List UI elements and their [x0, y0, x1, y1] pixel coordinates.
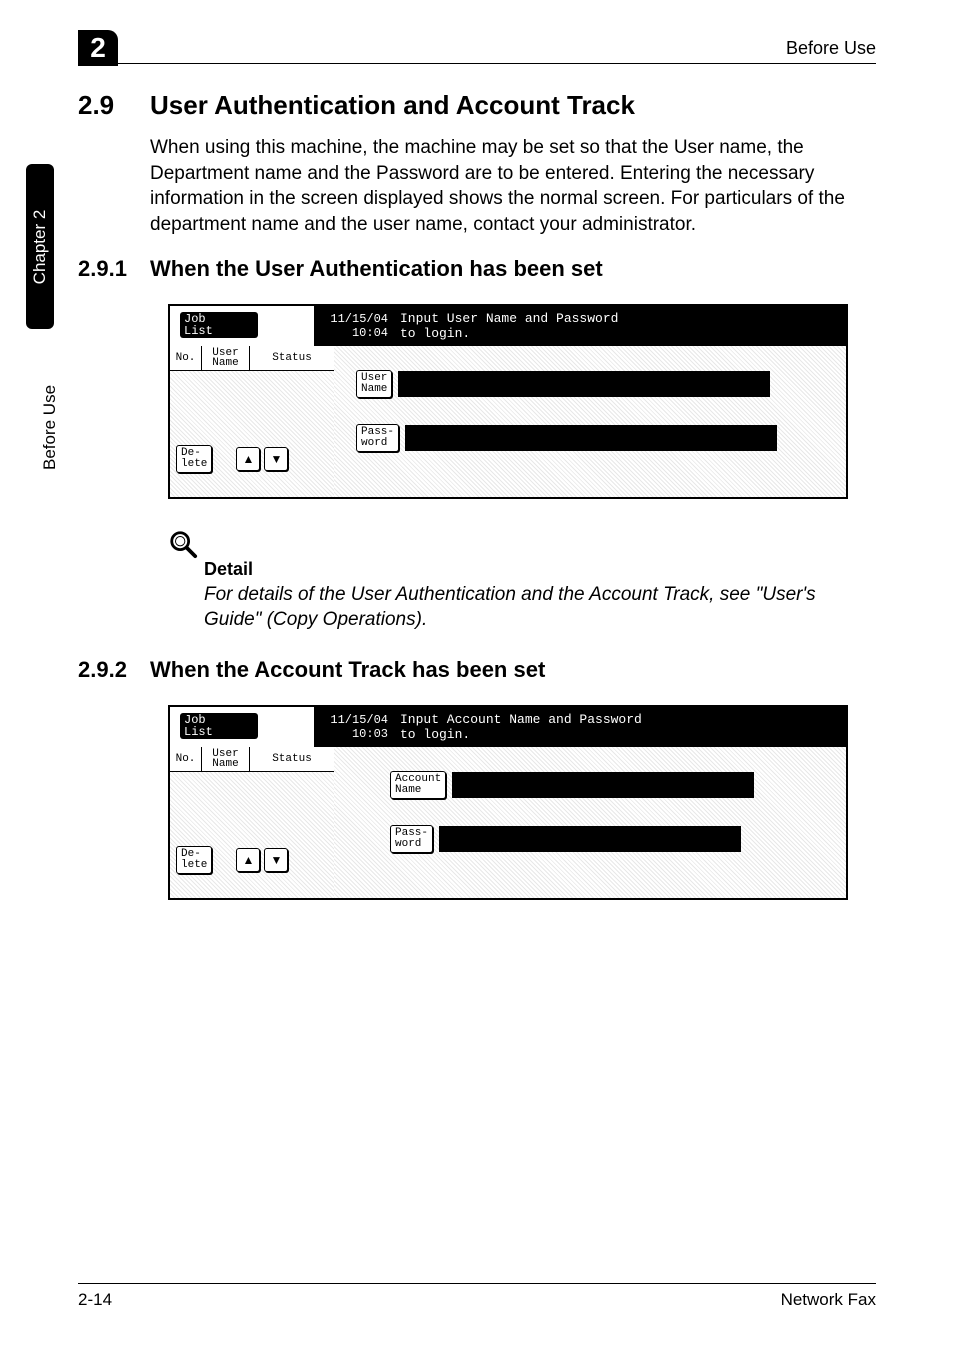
panel2-prompt-line2: to login. [400, 727, 838, 742]
subsection-2-heading: 2.9.2 When the Account Track has been se… [78, 657, 876, 683]
arrow-down-icon: ▼ [270, 452, 282, 466]
account-password-input[interactable] [439, 826, 741, 852]
account-password-button[interactable]: Pass- word [390, 825, 433, 853]
panel2-col-no: No. [170, 747, 202, 771]
panel2-column-header: No. User Name Status [170, 747, 334, 772]
delete-button[interactable]: De- lete [176, 445, 212, 473]
footer-title: Network Fax [781, 1290, 876, 1310]
arrow-up-icon: ▲ [242, 853, 254, 867]
account-name-button[interactable]: Account Name [390, 771, 446, 799]
panel1-column-header: No. User Name Status [170, 346, 334, 371]
side-section-label: Before Use [40, 385, 60, 470]
footer-page-number: 2-14 [78, 1290, 112, 1310]
panel1-prompt-line2: to login. [400, 326, 838, 341]
section-intro: When using this machine, the machine may… [150, 135, 876, 238]
panel1-prompt-line1: Input User Name and Password [400, 311, 838, 326]
subsection-2-title: When the Account Track has been set [150, 657, 545, 683]
page-footer: 2-14 Network Fax [78, 1283, 876, 1310]
password-button[interactable]: Pass- word [356, 424, 399, 452]
job-list-tab[interactable]: Job List [170, 306, 314, 346]
panel2-prompt: Input Account Name and Password to login… [392, 707, 846, 747]
arrow-up-icon: ▲ [242, 452, 254, 466]
magnifier-icon [168, 529, 198, 559]
job-list-label-2: Job List [180, 713, 258, 739]
detail-label: Detail [204, 559, 876, 580]
account-track-panel: Job List 11/15/04 10:03 Input Account Na… [168, 705, 848, 900]
panel1-date: 11/15/04 [318, 312, 388, 326]
subsection-2-number: 2.9.2 [78, 657, 150, 683]
side-chapter-label: Chapter 2 [30, 209, 50, 284]
panel1-col-status: Status [250, 346, 334, 370]
detail-text: For details of the User Authentication a… [204, 582, 876, 633]
side-chapter-tab: Chapter 2 [26, 164, 54, 329]
section-number: 2.9 [78, 90, 150, 121]
delete-button-2[interactable]: De- lete [176, 846, 212, 874]
scroll-up-button-2[interactable]: ▲ [236, 848, 260, 872]
running-head: Before Use [786, 38, 876, 59]
panel2-date: 11/15/04 [318, 713, 388, 727]
user-name-input[interactable] [398, 371, 770, 397]
account-name-input[interactable] [452, 772, 754, 798]
subsection-1-number: 2.9.1 [78, 256, 150, 282]
panel1-col-user: User Name [202, 346, 250, 370]
panel2-prompt-line1: Input Account Name and Password [400, 712, 838, 727]
panel2-time: 10:03 [318, 727, 388, 741]
panel2-col-status: Status [250, 747, 334, 771]
panel1-time: 10:04 [318, 326, 388, 340]
chapter-chip: 2 [78, 30, 118, 66]
job-list-tab-2[interactable]: Job List [170, 707, 314, 747]
subsection-1-title: When the User Authentication has been se… [150, 256, 603, 282]
job-list-label: Job List [180, 312, 258, 338]
header-rule [78, 63, 876, 64]
user-auth-panel: Job List 11/15/04 10:04 Input User Name … [168, 304, 848, 499]
panel2-col-user: User Name [202, 747, 250, 771]
section-title: User Authentication and Account Track [150, 90, 635, 121]
scroll-up-button[interactable]: ▲ [236, 447, 260, 471]
panel1-col-no: No. [170, 346, 202, 370]
panel2-datetime: 11/15/04 10:03 [314, 707, 392, 747]
arrow-down-icon: ▼ [270, 853, 282, 867]
panel1-datetime: 11/15/04 10:04 [314, 306, 392, 346]
subsection-1-heading: 2.9.1 When the User Authentication has b… [78, 256, 876, 282]
user-name-button[interactable]: User Name [356, 370, 392, 398]
scroll-down-button-2[interactable]: ▼ [264, 848, 288, 872]
password-input[interactable] [405, 425, 777, 451]
panel1-prompt: Input User Name and Password to login. [392, 306, 846, 346]
detail-callout: Detail For details of the User Authentic… [168, 529, 876, 633]
page-header: 2 Before Use [78, 34, 876, 64]
scroll-down-button[interactable]: ▼ [264, 447, 288, 471]
section-heading: 2.9 User Authentication and Account Trac… [78, 90, 876, 121]
